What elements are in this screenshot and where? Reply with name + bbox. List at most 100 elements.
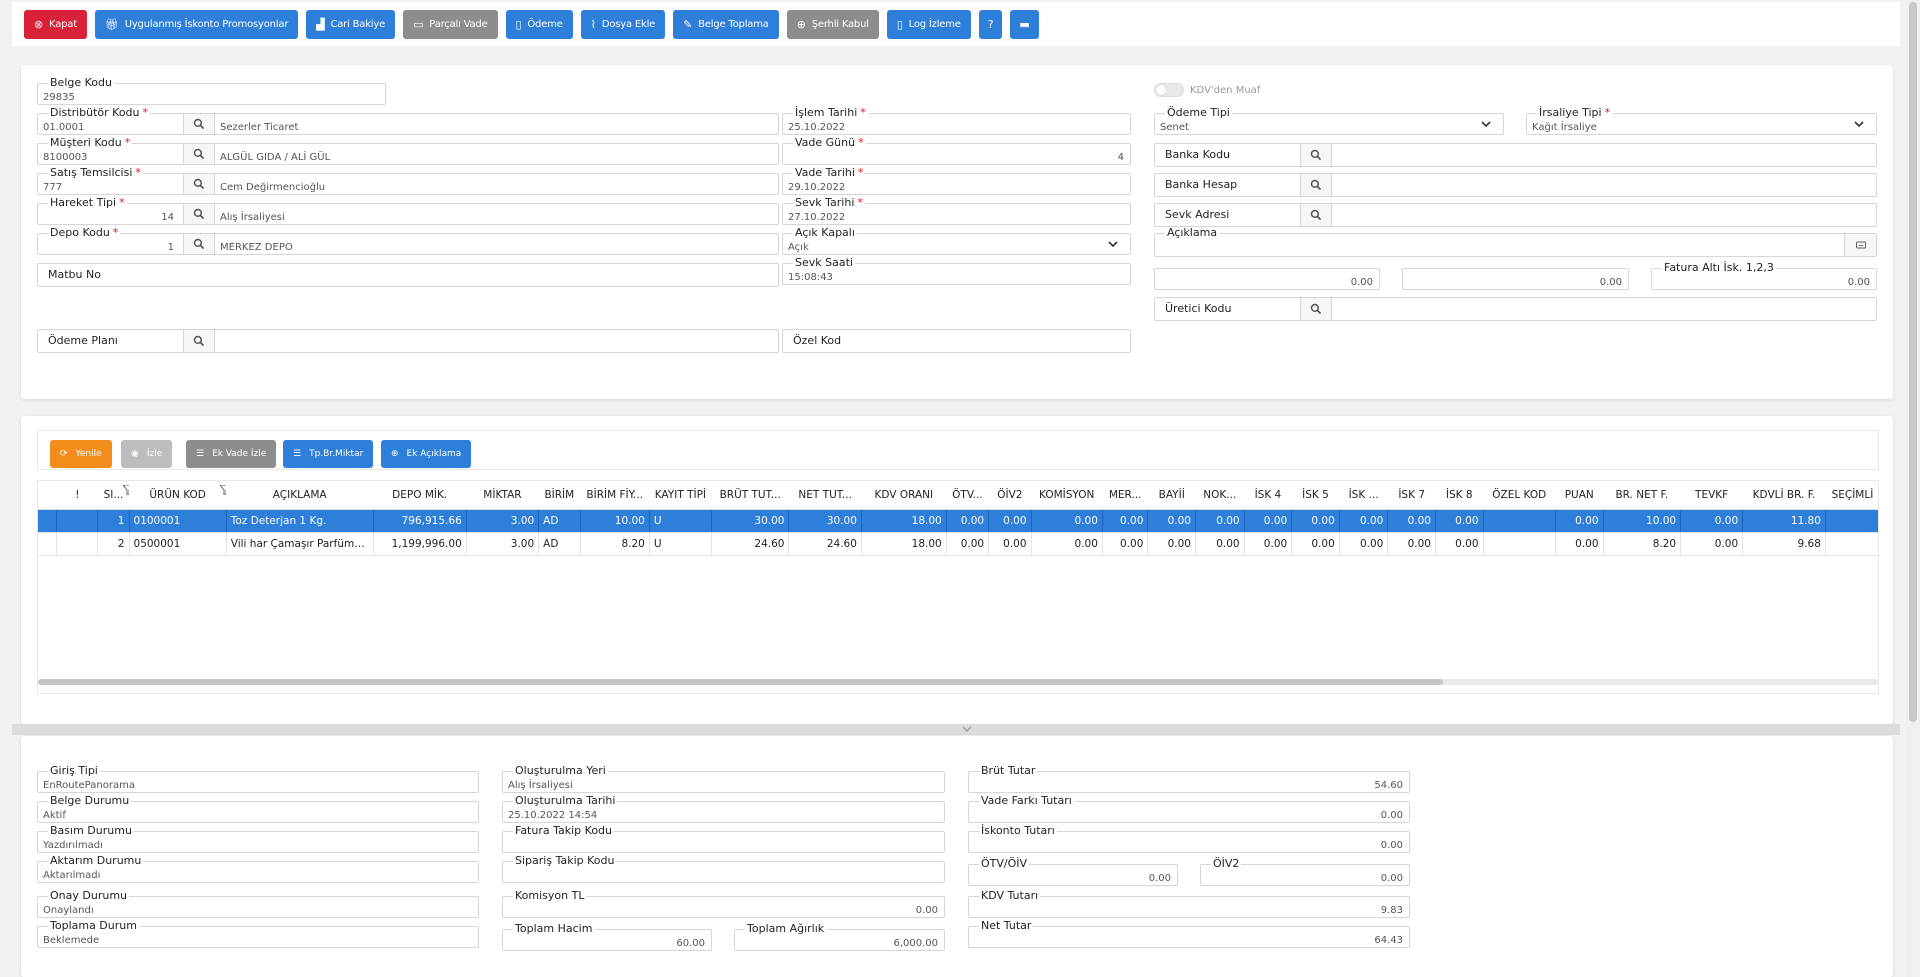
distributor-search-button[interactable] — [183, 114, 215, 134]
discount-1-field[interactable]: 0.00 — [1154, 268, 1380, 290]
table-cell[interactable] — [56, 509, 99, 533]
payment-plan-search-button[interactable] — [183, 330, 215, 352]
column-header[interactable]: İSK 4 — [1244, 481, 1292, 510]
customer-search-button[interactable] — [183, 144, 215, 164]
table-cell[interactable]: 3.00 — [466, 509, 540, 533]
horizontal-scrollbar-track[interactable] — [38, 679, 1878, 685]
refresh-button[interactable]: ⟳ Yenile — [50, 440, 112, 468]
sales-rep-field[interactable]: Satış Temsilcisi * 777 Cem Değirmencioğlu — [37, 167, 779, 195]
shipment-address-field[interactable]: Sevk Adresi — [1154, 203, 1877, 227]
due-date-field[interactable]: Vade Tarihi * 29.10.2022 — [782, 167, 1131, 195]
column-header[interactable]: NOK... — [1195, 481, 1245, 510]
payment-button[interactable]: ▯ Ödeme — [505, 9, 573, 39]
bank-code-search-button[interactable] — [1300, 144, 1332, 166]
partial-due-button[interactable]: ▭ Parçalı Vade — [403, 9, 498, 39]
column-header[interactable]: MİKTAR — [466, 481, 539, 510]
table-cell[interactable]: 0.00 — [1102, 509, 1149, 533]
column-header[interactable]: KDV ORANI — [861, 481, 947, 510]
customer-code-field[interactable]: Müşteri Kodu * 8100003 ALGÜL GIDA / ALİ G… — [37, 137, 779, 165]
producer-code-search-button[interactable] — [1300, 298, 1332, 320]
invoice-tracking-code-field[interactable]: Fatura Takip Kodu — [502, 825, 945, 853]
open-closed-select[interactable]: Açık Kapalı Açık — [782, 227, 1131, 255]
table-cell[interactable]: 0.00 — [1435, 532, 1484, 556]
close-button[interactable]: ⊗ Kapat — [24, 9, 87, 39]
horizontal-scrollbar-thumb[interactable] — [38, 679, 1443, 685]
column-header[interactable]: MER... — [1102, 481, 1148, 510]
table-cell[interactable]: 30.00 — [711, 509, 790, 533]
table-cell[interactable]: 0.00 — [988, 532, 1032, 556]
table-cell[interactable]: 30.00 — [788, 509, 862, 533]
column-header[interactable]: SI... — [97, 481, 130, 510]
column-header[interactable]: TEVKF — [1680, 481, 1743, 510]
log-view-button[interactable]: ▯ Log İzleme — [886, 9, 971, 39]
table-cell[interactable] — [1483, 509, 1556, 533]
column-header[interactable]: BİRİM — [538, 481, 581, 510]
table-cell[interactable]: AD — [538, 532, 581, 556]
column-header[interactable]: ÖTV... — [946, 481, 989, 510]
account-balance-button[interactable]: ▟ Cari Bakiye — [306, 9, 396, 39]
column-header[interactable]: DEPO MİK. — [373, 481, 467, 510]
table-cell[interactable]: U — [649, 509, 712, 533]
table-cell[interactable]: 2 — [97, 532, 130, 556]
table-cell[interactable]: 0.00 — [1680, 532, 1744, 556]
conditional-accept-button[interactable]: ⊕ Şerhli Kabul — [786, 9, 879, 39]
watch-button[interactable]: ◉ İzle — [121, 440, 173, 468]
table-cell[interactable] — [1825, 532, 1878, 556]
table-cell[interactable]: 0.00 — [1291, 509, 1340, 533]
table-cell[interactable]: 24.60 — [788, 532, 862, 556]
column-header[interactable]: ÜRÜN KOD — [129, 481, 227, 510]
table-cell[interactable]: 8.20 — [1603, 532, 1682, 556]
column-header[interactable]: AÇIKLAMA — [226, 481, 374, 510]
table-cell[interactable]: 0.00 — [1031, 532, 1103, 556]
table-cell[interactable]: 0500001 — [129, 532, 227, 556]
print-no-field[interactable]: Matbu No — [37, 263, 779, 287]
table-cell[interactable]: AD — [538, 509, 581, 533]
table-cell[interactable]: 3.00 — [466, 532, 540, 556]
column-header[interactable]: İSK 8 — [1435, 481, 1484, 510]
table-cell[interactable]: 10.00 — [580, 509, 650, 533]
filter-icon[interactable] — [220, 485, 227, 495]
table-cell[interactable]: 18.00 — [861, 532, 947, 556]
movement-type-search-button[interactable] — [183, 204, 215, 224]
table-cell[interactable]: 0.00 — [1031, 509, 1103, 533]
extra-due-watch-button[interactable]: ☰ Ek Vade İzle — [186, 440, 277, 468]
table-cell[interactable]: 0.00 — [1339, 509, 1389, 533]
table-cell[interactable]: 0.00 — [1244, 532, 1293, 556]
warehouse-code-field[interactable]: Depo Kodu * 1 MERKEZ DEPO — [37, 227, 779, 255]
shipment-time-field[interactable]: Sevk Saati 15:08:43 — [782, 257, 1131, 285]
table-cell[interactable]: 796,915.66 — [373, 509, 467, 533]
column-header[interactable]: ÖZEL KOD — [1483, 481, 1556, 510]
column-header[interactable]: KOMİSYON — [1031, 481, 1103, 510]
column-header[interactable]: SEÇİMLİ — [1825, 481, 1878, 510]
table-cell[interactable] — [1825, 509, 1878, 533]
table-cell[interactable]: 11.80 — [1742, 509, 1826, 533]
column-header[interactable]: NET TUT... — [788, 481, 862, 510]
table-cell[interactable]: 9.68 — [1742, 532, 1826, 556]
table-cell[interactable]: 0.00 — [1102, 532, 1149, 556]
column-header[interactable]: BAYİİ — [1147, 481, 1196, 510]
window-button[interactable]: ▬ — [1010, 9, 1039, 39]
promotions-button[interactable]: 🎁︎ Uygulanmış İskonto Promosyonlar — [94, 9, 299, 39]
shipment-date-field[interactable]: Sevk Tarihi * 27.10.2022 — [782, 197, 1131, 225]
distributor-code-field[interactable]: Distribütör Kodu * 01.0001 Sezerler Ticar… — [37, 107, 779, 135]
warehouse-search-button[interactable] — [183, 234, 215, 254]
row-selector[interactable] — [38, 509, 58, 533]
table-cell[interactable]: 0.00 — [1555, 532, 1604, 556]
sales-rep-search-button[interactable] — [183, 174, 215, 194]
row-selector[interactable] — [38, 532, 58, 556]
special-code-field[interactable]: Özel Kod — [782, 329, 1131, 353]
table-cell[interactable]: 0.00 — [1195, 532, 1245, 556]
bank-account-field[interactable]: Banka Hesap — [1154, 173, 1877, 197]
table-cell[interactable] — [1483, 532, 1556, 556]
order-tracking-code-field[interactable]: Sipariş Takip Kodu — [502, 855, 945, 883]
table-cell[interactable]: U — [649, 532, 712, 556]
table-cell[interactable]: Vili har Çamaşır Parfümü ... — [226, 532, 374, 556]
bank-code-field[interactable]: Banka Kodu — [1154, 143, 1877, 167]
table-cell[interactable]: 10.00 — [1603, 509, 1682, 533]
transaction-date-field[interactable]: İşlem Tarihi * 25.10.2022 — [782, 107, 1131, 135]
help-button[interactable]: ? — [978, 9, 1003, 39]
table-cell[interactable]: 0.00 — [1339, 532, 1389, 556]
column-header[interactable]: İSK ... — [1339, 481, 1388, 510]
table-cell[interactable]: 1 — [97, 509, 130, 533]
document-code-field[interactable]: Belge Kodu 29835 — [37, 77, 386, 105]
